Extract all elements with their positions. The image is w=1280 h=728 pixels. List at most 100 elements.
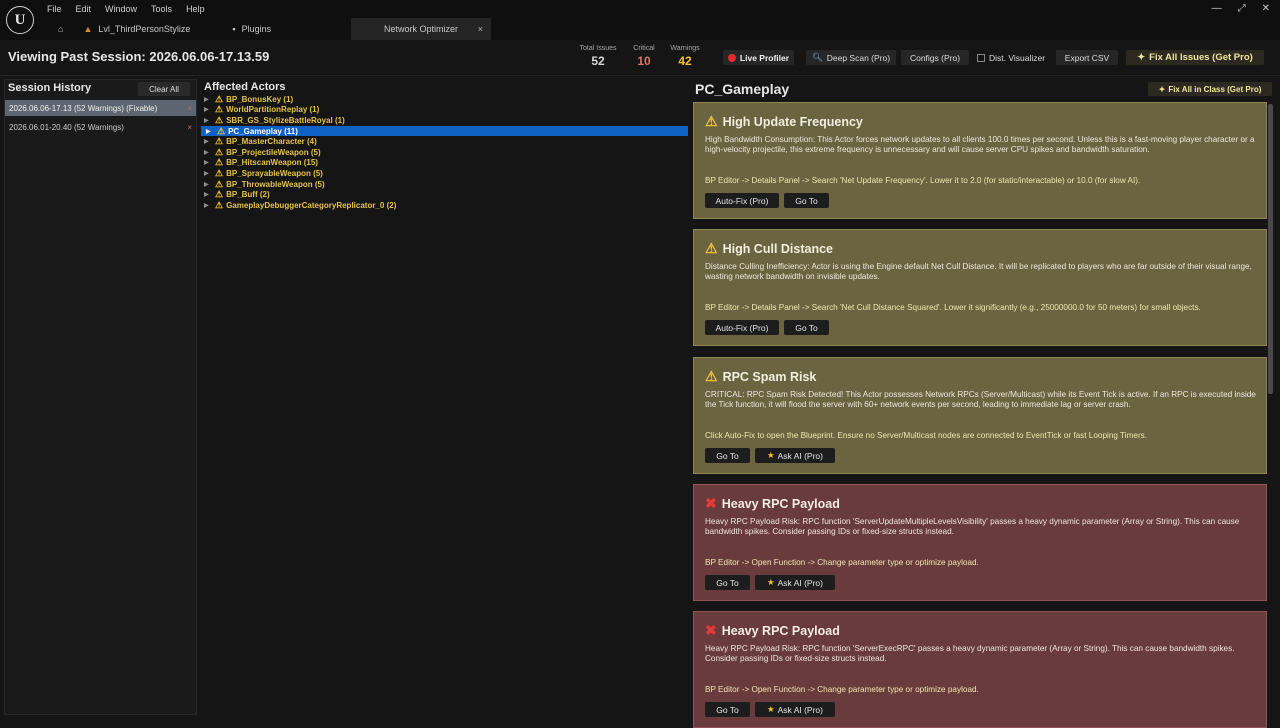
actor-label: WorldPartitionReplay (1) xyxy=(226,105,320,115)
remove-session-icon[interactable]: × xyxy=(187,123,192,132)
tab-plugins[interactable]: ▪ Plugins xyxy=(222,18,281,40)
tab-network-optimizer[interactable]: Network Optimizer × xyxy=(351,18,491,40)
warning-icon: ⚠ xyxy=(705,113,718,129)
dist-visualizer-checkbox[interactable] xyxy=(976,53,985,62)
dist-visualizer-label: Dist. Visualizer xyxy=(988,52,1046,63)
ask-ai-button[interactable]: ★ Ask AI (Pro) xyxy=(755,702,835,717)
menu-help[interactable]: Help xyxy=(179,4,212,15)
issue-description: High Bandwidth Consumption: This Actor f… xyxy=(705,135,1255,154)
auto-fix-button[interactable]: Auto-Fix (Pro) xyxy=(705,193,779,208)
issue-card: ✖ Heavy RPC Payload Heavy RPC Payload Ris… xyxy=(693,611,1267,728)
tab-plugins-label: Plugins xyxy=(241,24,272,34)
go-to-button[interactable]: Go To xyxy=(784,320,829,335)
actor-row[interactable]: ▶ ⚠ BP_HitscanWeapon (15) xyxy=(199,157,690,169)
actor-label: BP_ThrowableWeapon (5) xyxy=(226,179,325,189)
issue-fix-hint: BP Editor -> Open Function -> Change par… xyxy=(705,558,979,567)
expand-arrow-icon[interactable]: ▶ xyxy=(204,117,215,124)
expand-arrow-icon[interactable]: ▶ xyxy=(206,128,217,135)
warning-icon: ⚠ xyxy=(215,136,224,147)
warning-icon: ⚠ xyxy=(215,114,224,125)
session-item[interactable]: 2026.06.01-20.40 (52 Warnings) × xyxy=(5,119,196,135)
warning-icon: ⚠ xyxy=(217,125,226,136)
session-history-panel: Session History Clear All 2026.06.06-17.… xyxy=(4,79,197,715)
issue-title-text: Heavy RPC Payload xyxy=(721,623,840,638)
unreal-logo-icon[interactable]: U xyxy=(6,6,34,34)
close-icon[interactable]: ✕ xyxy=(1262,3,1270,14)
warning-icon: ⚠ xyxy=(215,167,224,178)
session-title: Viewing Past Session: 2026.06.06-17.13.5… xyxy=(8,49,270,64)
sparkle-icon: ✦ xyxy=(1137,52,1146,63)
actor-tree: ▶ ⚠ BP_BonusKey (1) ▶ ⚠ WorldPartitionReplay… xyxy=(199,94,690,211)
ask-ai-label: Ask AI (Pro) xyxy=(777,450,823,461)
issue-card: ⚠ High Update Frequency High Bandwidth Co… xyxy=(693,102,1267,219)
clear-all-button[interactable]: Clear All xyxy=(138,82,190,96)
tab-level[interactable]: ▲ Lvl_ThirdPersonStylize xyxy=(73,18,200,40)
minimize-icon[interactable]: — xyxy=(1212,3,1222,14)
error-x-icon: ✖ xyxy=(705,495,717,511)
live-profiler-button[interactable]: Live Profiler xyxy=(723,50,794,65)
configs-button[interactable]: Configs (Pro) xyxy=(901,50,969,65)
menu-edit[interactable]: Edit xyxy=(69,4,99,15)
go-to-button[interactable]: Go To xyxy=(705,575,750,590)
details-scrollbar[interactable] xyxy=(1268,104,1273,394)
actor-row[interactable]: ▶ ⚠ BP_BonusKey (1) xyxy=(199,94,690,105)
expand-arrow-icon[interactable]: ▶ xyxy=(204,191,215,198)
actor-row[interactable]: ▶ ⚠ BP_Buff (2) xyxy=(199,189,690,200)
menu-window[interactable]: Window xyxy=(98,4,144,15)
star-icon: ★ xyxy=(767,450,775,460)
home-icon: ⌂ xyxy=(58,24,64,34)
configs-label: Configs (Pro) xyxy=(909,52,961,63)
issue-description: Heavy RPC Payload Risk: RPC function 'Se… xyxy=(705,644,1235,663)
ask-ai-button[interactable]: ★ Ask AI (Pro) xyxy=(755,575,835,590)
deep-scan-button[interactable]: 🔍︎ Deep Scan (Pro) xyxy=(806,50,896,65)
expand-arrow-icon[interactable]: ▶ xyxy=(204,138,215,145)
actor-row[interactable]: ▶ ⚠ BP_ProjectileWeapon (5) xyxy=(199,147,690,158)
warning-icon: ⚠ xyxy=(215,189,224,200)
auto-fix-button[interactable]: Auto-Fix (Pro) xyxy=(705,320,779,335)
record-icon xyxy=(727,53,736,62)
go-to-button[interactable]: Go To xyxy=(705,702,750,717)
fix-all-issues-button[interactable]: ✦ Fix All Issues (Get Pro) xyxy=(1126,50,1264,65)
actor-row-selected[interactable]: ▶ ⚠ PC_Gameplay (11) xyxy=(201,126,688,137)
remove-session-icon[interactable]: × xyxy=(187,104,192,113)
expand-arrow-icon[interactable]: ▶ xyxy=(204,181,215,188)
affected-actors-title: Affected Actors xyxy=(204,81,286,93)
warning-icon: ⚠ xyxy=(215,146,224,157)
session-item-label: 2026.06.06-17.13 (52 Warnings) (Fixable) xyxy=(9,103,158,113)
issue-card: ⚠ RPC Spam Risk CRITICAL: RPC Spam Risk D… xyxy=(693,357,1267,474)
expand-arrow-icon[interactable]: ▶ xyxy=(204,159,215,166)
actor-row[interactable]: ▶ ⚠ BP_MasterCharacter (4) xyxy=(199,136,690,147)
actor-row[interactable]: ▶ ⚠ SBR_GS_StylizeBattleRoyal (1) xyxy=(199,115,690,126)
ask-ai-button[interactable]: ★ Ask AI (Pro) xyxy=(755,448,835,463)
maximize-icon[interactable]: ⤢ xyxy=(1238,3,1246,14)
actor-row[interactable]: ▶ ⚠ GameplayDebuggerCategoryReplicator_0 (… xyxy=(199,200,690,211)
menu-file[interactable]: File xyxy=(40,4,69,15)
expand-arrow-icon[interactable]: ▶ xyxy=(204,106,215,113)
title-bar: U File Edit Window Tools Help ⌂ ▲ Lvl_Th… xyxy=(0,0,1280,40)
expand-arrow-icon[interactable]: ▶ xyxy=(204,202,215,209)
actor-row[interactable]: ▶ ⚠ BP_SprayableWeapon (5) xyxy=(199,168,690,179)
issue-title: ⚠ High Cull Distance xyxy=(705,240,833,257)
issue-description: CRITICAL: RPC Spam Risk Detected! This A… xyxy=(705,390,1256,409)
issue-fix-hint: BP Editor -> Open Function -> Change par… xyxy=(705,685,979,694)
export-csv-button[interactable]: Export CSV xyxy=(1056,50,1118,65)
go-to-button[interactable]: Go To xyxy=(784,193,829,208)
actor-label: BP_MasterCharacter (4) xyxy=(226,137,317,147)
home-tab[interactable]: ⌂ xyxy=(48,18,73,40)
tab-close-icon[interactable]: × xyxy=(478,24,483,34)
expand-arrow-icon[interactable]: ▶ xyxy=(204,149,215,156)
issue-title: ⚠ High Update Frequency xyxy=(705,113,863,130)
actor-row[interactable]: ▶ ⚠ WorldPartitionReplay (1) xyxy=(199,104,690,116)
menu-tools[interactable]: Tools xyxy=(144,4,179,15)
optimizer-header: Viewing Past Session: 2026.06.06-17.13.5… xyxy=(0,40,1280,76)
go-to-button[interactable]: Go To xyxy=(705,448,750,463)
fix-all-in-class-button[interactable]: ✦ Fix All in Class (Get Pro) xyxy=(1148,82,1272,96)
dist-visualizer-toggle[interactable]: Dist. Visualizer xyxy=(972,50,1050,65)
expand-arrow-icon[interactable]: ▶ xyxy=(204,96,215,103)
actor-row[interactable]: ▶ ⚠ BP_ThrowableWeapon (5) xyxy=(199,179,690,190)
session-item[interactable]: 2026.06.06-17.13 (52 Warnings) (Fixable)… xyxy=(5,100,196,116)
stat-critical-value: 10 xyxy=(637,54,651,68)
warning-icon: ⚠ xyxy=(215,199,224,210)
issue-actions: Go To ★ Ask AI (Pro) xyxy=(705,575,835,590)
expand-arrow-icon[interactable]: ▶ xyxy=(204,170,215,177)
